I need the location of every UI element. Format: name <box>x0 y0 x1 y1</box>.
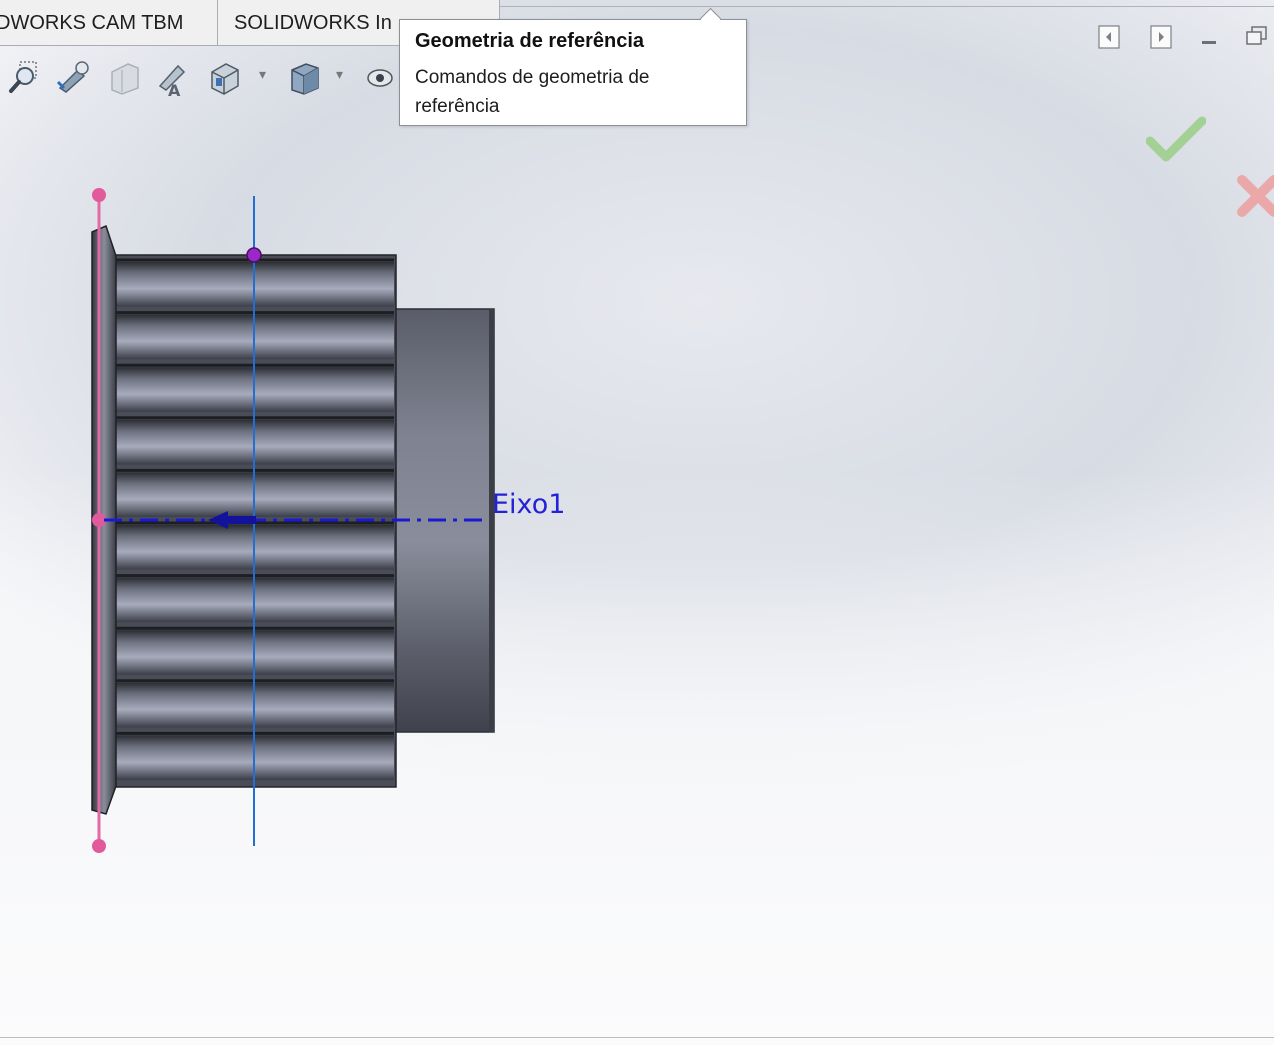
axis-label[interactable]: Eixo1 <box>492 489 565 520</box>
viewport-bottom-border <box>0 1037 1274 1038</box>
graphics-area[interactable]: Eixo1 <box>0 0 1274 1045</box>
